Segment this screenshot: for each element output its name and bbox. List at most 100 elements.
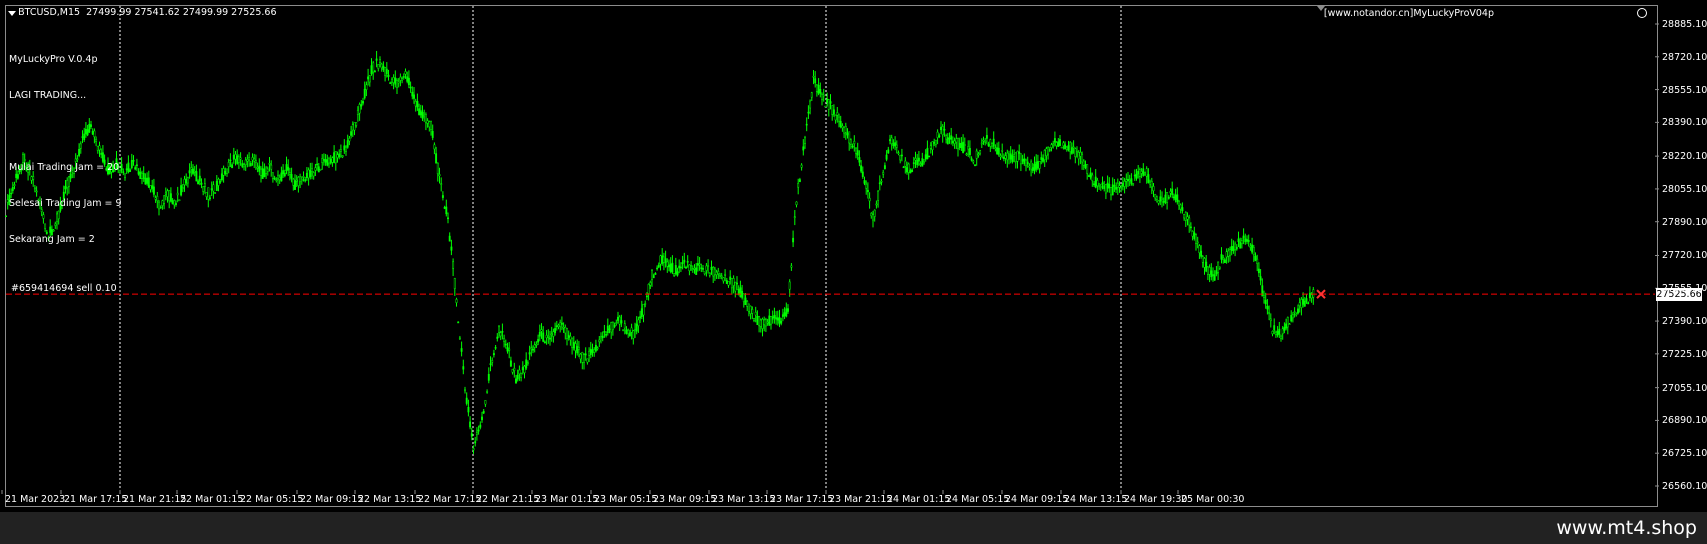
candle-body bbox=[557, 324, 560, 327]
x-tick-label: 23 Mar 21:15 bbox=[829, 494, 893, 505]
candle-body bbox=[552, 331, 555, 337]
candle-body bbox=[1108, 184, 1111, 189]
candle-body bbox=[685, 266, 687, 269]
candle-body bbox=[1031, 167, 1034, 171]
candle-body bbox=[914, 158, 917, 161]
candle-body bbox=[212, 184, 215, 192]
candle-body bbox=[564, 326, 567, 334]
candle-body bbox=[1196, 241, 1199, 244]
candle-body bbox=[139, 172, 142, 179]
candle-body bbox=[453, 278, 456, 289]
candle-body bbox=[567, 334, 570, 338]
candle-body bbox=[521, 367, 524, 371]
candle-body bbox=[362, 101, 364, 104]
candle-body bbox=[304, 179, 307, 182]
candle-body bbox=[1004, 155, 1007, 159]
candle-body bbox=[169, 193, 172, 202]
candle-body bbox=[1174, 194, 1177, 200]
candle-body bbox=[1008, 156, 1010, 158]
x-tick-label: 22 Mar 17:15 bbox=[418, 494, 482, 505]
candle-body bbox=[1023, 158, 1026, 164]
candle-body bbox=[1152, 186, 1155, 192]
candle-body bbox=[1104, 184, 1107, 194]
candle-body bbox=[710, 266, 713, 271]
candle-body bbox=[1021, 158, 1024, 162]
candle-body bbox=[929, 145, 932, 149]
candle-body bbox=[365, 84, 368, 90]
candle-body bbox=[185, 178, 188, 184]
candle-body bbox=[290, 174, 293, 179]
candle-body bbox=[719, 274, 721, 277]
candle-body bbox=[997, 147, 1000, 155]
candle-body bbox=[1256, 258, 1259, 264]
candle-body bbox=[151, 185, 154, 189]
candle-body bbox=[192, 168, 194, 174]
candle-body bbox=[498, 326, 500, 333]
candle-body bbox=[336, 154, 339, 158]
candle-body bbox=[125, 168, 128, 171]
candle-body bbox=[591, 349, 594, 353]
candle-body bbox=[1293, 311, 1296, 313]
candle-body bbox=[399, 76, 402, 81]
candle-body bbox=[508, 348, 511, 351]
candle-body bbox=[1002, 156, 1005, 160]
candle-body bbox=[1176, 194, 1179, 203]
candle-body bbox=[569, 335, 572, 340]
candle-body bbox=[1059, 139, 1061, 147]
candle-body bbox=[1062, 142, 1065, 146]
candle-body bbox=[538, 331, 541, 337]
candle-body bbox=[465, 397, 468, 404]
candle-body bbox=[280, 172, 283, 182]
candle-body bbox=[457, 321, 460, 324]
candle-body bbox=[220, 173, 223, 181]
candle-body bbox=[798, 179, 801, 183]
candle-body bbox=[348, 138, 351, 142]
candle-body bbox=[1110, 187, 1112, 196]
candle-body bbox=[351, 124, 354, 131]
candle-body bbox=[880, 180, 883, 183]
price-chart[interactable] bbox=[0, 0, 1707, 544]
candle-body bbox=[1040, 157, 1043, 160]
candle-body bbox=[1234, 243, 1237, 250]
candle-body bbox=[350, 131, 353, 136]
candle-body bbox=[868, 197, 871, 202]
candle-body bbox=[702, 268, 704, 270]
candle-body bbox=[555, 325, 558, 328]
candle-body bbox=[657, 264, 660, 268]
smiley-icon[interactable] bbox=[1637, 8, 1647, 18]
candle-body bbox=[741, 290, 744, 298]
candle-body bbox=[790, 265, 793, 268]
x-tick-label: 21 Mar 2023 bbox=[5, 494, 66, 505]
candle-body bbox=[535, 344, 538, 346]
candle-body bbox=[605, 334, 608, 336]
candle-body bbox=[744, 297, 747, 306]
candle-body bbox=[703, 271, 706, 275]
candle-body bbox=[1042, 158, 1044, 162]
x-tick-label: 23 Mar 01:15 bbox=[535, 494, 599, 505]
y-tick-label: 27390.10 bbox=[1662, 316, 1707, 328]
candle-body bbox=[994, 147, 997, 149]
candle-body bbox=[338, 153, 341, 158]
candle-body bbox=[987, 143, 990, 147]
candle-body bbox=[460, 348, 463, 352]
candle-body bbox=[695, 267, 698, 275]
candle-body bbox=[999, 155, 1002, 158]
candle-body bbox=[390, 79, 393, 83]
candle-body bbox=[452, 261, 455, 269]
candle-body bbox=[1030, 161, 1033, 170]
candle-body bbox=[513, 367, 516, 371]
candle-body bbox=[1223, 259, 1226, 264]
candle-body bbox=[275, 179, 278, 181]
candle-body bbox=[244, 159, 247, 165]
candle-body bbox=[261, 168, 264, 179]
candle-body bbox=[448, 235, 451, 242]
candle-body bbox=[156, 196, 159, 202]
candle-body bbox=[1181, 207, 1184, 212]
candle-body bbox=[579, 353, 582, 360]
candle-body bbox=[1067, 145, 1070, 151]
candle-body bbox=[1310, 294, 1313, 299]
candle-body bbox=[882, 172, 885, 175]
order-label[interactable]: #659414694 sell 0.10 bbox=[11, 283, 117, 295]
candle-body bbox=[753, 318, 755, 321]
candle-body bbox=[708, 272, 711, 276]
